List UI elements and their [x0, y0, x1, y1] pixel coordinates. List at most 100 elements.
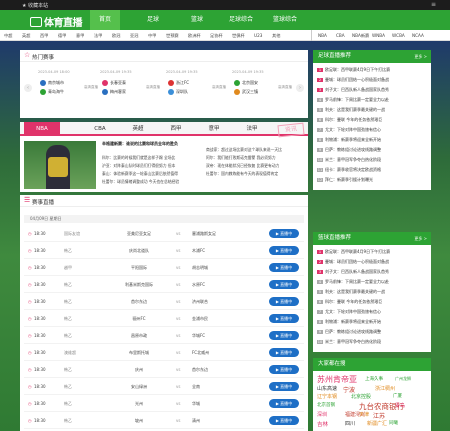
- nav-basketball-general[interactable]: 篮球综合: [270, 10, 300, 30]
- news-item[interactable]: 杜蕾尔：国内教练能有今天的表现值得肯定: [206, 171, 304, 177]
- nav-basketball[interactable]: 篮球: [182, 10, 212, 30]
- list-item[interactable]: 3 刘子文：巴西队新人备战国家队首秀: [317, 269, 429, 275]
- subnav-china-league[interactable]: 中甲: [148, 33, 156, 39]
- search-tag[interactable]: 同曦: [389, 420, 398, 426]
- subnav-nba[interactable]: NBA: [318, 33, 327, 38]
- list-item[interactable]: 1 欧足联：西甲联赛4月9日下午打比赛: [317, 67, 429, 73]
- more-link[interactable]: 更多 >: [414, 232, 427, 245]
- search-tag[interactable]: 深圳: [317, 411, 327, 418]
- news-item[interactable]: 商战家：超过这场比赛对这个球队来说一天比: [206, 147, 304, 153]
- subnav-bundesliga[interactable]: 德甲: [58, 33, 66, 39]
- favorite-link[interactable]: ★ 收藏本站: [22, 2, 48, 9]
- search-tag[interactable]: 北京控股: [351, 393, 371, 400]
- list-item[interactable]: 5 利夫：这是我们赛季最关键的一战: [317, 289, 429, 295]
- subnav-club-wc[interactable]: 世俱杯: [232, 33, 245, 39]
- tab-nba[interactable]: NBA: [24, 122, 60, 136]
- tab-seriea[interactable]: 意甲: [196, 122, 232, 136]
- search-tag[interactable]: 苏州肯帝亚: [317, 374, 357, 385]
- subnav-u23[interactable]: U23: [254, 33, 262, 38]
- subnav-csl[interactable]: 中超: [4, 33, 12, 39]
- subnav-laliga[interactable]: 西甲: [40, 33, 48, 39]
- subnav-fa-cup[interactable]: 足协杯: [210, 33, 223, 39]
- subnav-euro[interactable]: 欧洲杯: [188, 33, 201, 39]
- hot-match-card[interactable]: 2023-04-09 19:35 长春亚泰 梅州客家 高清直播: [100, 70, 166, 104]
- list-item[interactable]: 5 利夫：这是我们赛季最关键的一战: [317, 107, 429, 113]
- tab-cba[interactable]: CBA: [82, 122, 118, 136]
- live-button[interactable]: ▶ 直播中: [269, 416, 299, 425]
- more-link[interactable]: 更多 >: [414, 50, 427, 63]
- news-headline[interactable]: 辛格建新赛：谁说的比赛和球员全年的胜负: [102, 141, 202, 147]
- live-button[interactable]: ▶ 直播中: [269, 229, 299, 238]
- menu-icon[interactable]: ≡: [431, 1, 436, 8]
- subnav-epl[interactable]: 英超: [22, 33, 30, 39]
- list-item[interactable]: 4 罗马前锋：下周比赛一定要全力以赴: [317, 279, 429, 285]
- list-item[interactable]: 4 罗马前锋：下周比赛一定要全力以赴: [317, 97, 429, 103]
- hot-match-card[interactable]: 2023-04-09 19:35 北京国安 武汉三镇 高清直播: [232, 70, 298, 104]
- list-item[interactable]: 6 科尔：曼联 今年的任务依然艰巨: [317, 117, 429, 123]
- list-item[interactable]: 7 尤文：下轮对阵中国劲旅有信心: [317, 309, 429, 315]
- subnav-other[interactable]: 其他: [272, 33, 280, 39]
- subnav-ligue1[interactable]: 法甲: [94, 33, 102, 39]
- list-item[interactable]: 8 利物浦：新赛季将迎来全新开始: [317, 319, 429, 325]
- subnav-afc[interactable]: 亚冠: [130, 33, 138, 39]
- live-button[interactable]: ▶ 直播中: [269, 365, 299, 374]
- list-item[interactable]: 10 米兰：意甲冠军争夺白热化阶段: [317, 339, 429, 345]
- list-item[interactable]: 10 米兰：意甲冠军争夺白热化阶段: [317, 157, 429, 163]
- list-item[interactable]: 3 刘子文：巴西队新人备战国家队首秀: [317, 87, 429, 93]
- search-tag[interactable]: 天津: [359, 411, 369, 418]
- hot-match-card[interactable]: 2023-04-09 19:35 浙江FC 深圳队 高清直播: [166, 70, 232, 104]
- search-tag[interactable]: 江苏: [373, 411, 385, 420]
- site-logo[interactable]: 体育直播: [30, 14, 83, 29]
- subnav-wcq[interactable]: 世预赛: [166, 33, 179, 39]
- search-tag[interactable]: 广州龙狮: [395, 376, 411, 382]
- list-item[interactable]: 1 欧足联：西甲联赛4月9日下午打比赛: [317, 249, 429, 255]
- news-item[interactable]: 泰山：体验新赛季这一轮泰山比赛后依然值得: [102, 171, 202, 177]
- live-button[interactable]: ▶ 直播中: [269, 382, 299, 391]
- list-item[interactable]: 6 科尔：曼联 今年的任务依然艰巨: [317, 299, 429, 305]
- subnav-wnba[interactable]: WNBA: [372, 33, 385, 38]
- live-button[interactable]: ▶ 直播中: [269, 263, 299, 272]
- subnav-nba-new[interactable]: NBA新赛: [352, 33, 369, 39]
- news-photo[interactable]: [24, 141, 96, 189]
- search-tag[interactable]: 山东高速: [317, 385, 337, 392]
- nav-home[interactable]: 首页: [90, 10, 120, 30]
- subnav-wcba[interactable]: WCBA: [392, 33, 405, 38]
- tab-ligue1[interactable]: 法甲: [234, 122, 270, 136]
- list-item[interactable]: 12 拜仁：新赛季引援计划曝光: [317, 177, 429, 183]
- list-item[interactable]: 2 曼城：球员们团结一心积极面对备战: [317, 259, 429, 265]
- search-tag[interactable]: 辽宁本钢: [317, 393, 337, 400]
- search-tag[interactable]: 新疆广汇: [367, 420, 387, 427]
- live-button[interactable]: ▶ 直播中: [269, 399, 299, 408]
- news-item[interactable]: 阿尔：我们能打败斯诺克雷蒙 我必须努力: [206, 155, 304, 161]
- list-item[interactable]: 8 利物浦：新赛季将迎来全新开始: [317, 137, 429, 143]
- live-button[interactable]: ▶ 直播中: [269, 246, 299, 255]
- search-tag[interactable]: 上海久事: [365, 376, 383, 382]
- subnav-seriea[interactable]: 意甲: [76, 33, 84, 39]
- live-button[interactable]: ▶ 直播中: [269, 280, 299, 289]
- list-item[interactable]: 9 巴萨：教练组讨论进攻线路调整: [317, 147, 429, 153]
- list-item[interactable]: 9 巴萨：教练组讨论进攻线路调整: [317, 329, 429, 335]
- live-button[interactable]: ▶ 直播中: [269, 297, 299, 306]
- search-tag[interactable]: 青岛: [395, 402, 405, 409]
- list-item[interactable]: 11 纽卡：赛季收官将决定欧战资格: [317, 167, 429, 173]
- live-button[interactable]: ▶ 直播中: [269, 331, 299, 340]
- live-button[interactable]: ▶ 直播中: [269, 314, 299, 323]
- search-tag[interactable]: 四川: [345, 420, 355, 427]
- search-tag[interactable]: 广厦: [393, 393, 402, 399]
- subnav-cba[interactable]: CBA: [336, 33, 345, 38]
- nav-football-general[interactable]: 足球综合: [226, 10, 256, 30]
- hot-match-card[interactable]: 2023-04-09 18:00 南京城市 青岛海牛 高清直播: [38, 70, 104, 104]
- tab-epl[interactable]: 英超: [120, 122, 156, 136]
- live-button[interactable]: ▶ 直播中: [269, 348, 299, 357]
- list-item[interactable]: 7 尤文：下轮对阵中国劲旅有信心: [317, 127, 429, 133]
- news-item[interactable]: 沪亚：对阵泰山队时球员们打得很努力 但本: [102, 163, 202, 169]
- subnav-ncaa[interactable]: NCAA: [412, 33, 424, 38]
- search-tag[interactable]: 北京首钢: [317, 402, 335, 408]
- list-item[interactable]: 2 曼城：球员们团结一心积极面对备战: [317, 77, 429, 83]
- nav-football[interactable]: 足球: [138, 10, 168, 30]
- prev-arrow-icon[interactable]: ‹: [24, 84, 32, 92]
- news-item[interactable]: 科尔：比赛的时候我们就是这样子踢 全场比: [102, 155, 202, 161]
- tab-laliga[interactable]: 西甲: [158, 122, 194, 136]
- search-tag[interactable]: 吉林: [317, 420, 328, 428]
- subnav-ucl[interactable]: 欧冠: [112, 33, 120, 39]
